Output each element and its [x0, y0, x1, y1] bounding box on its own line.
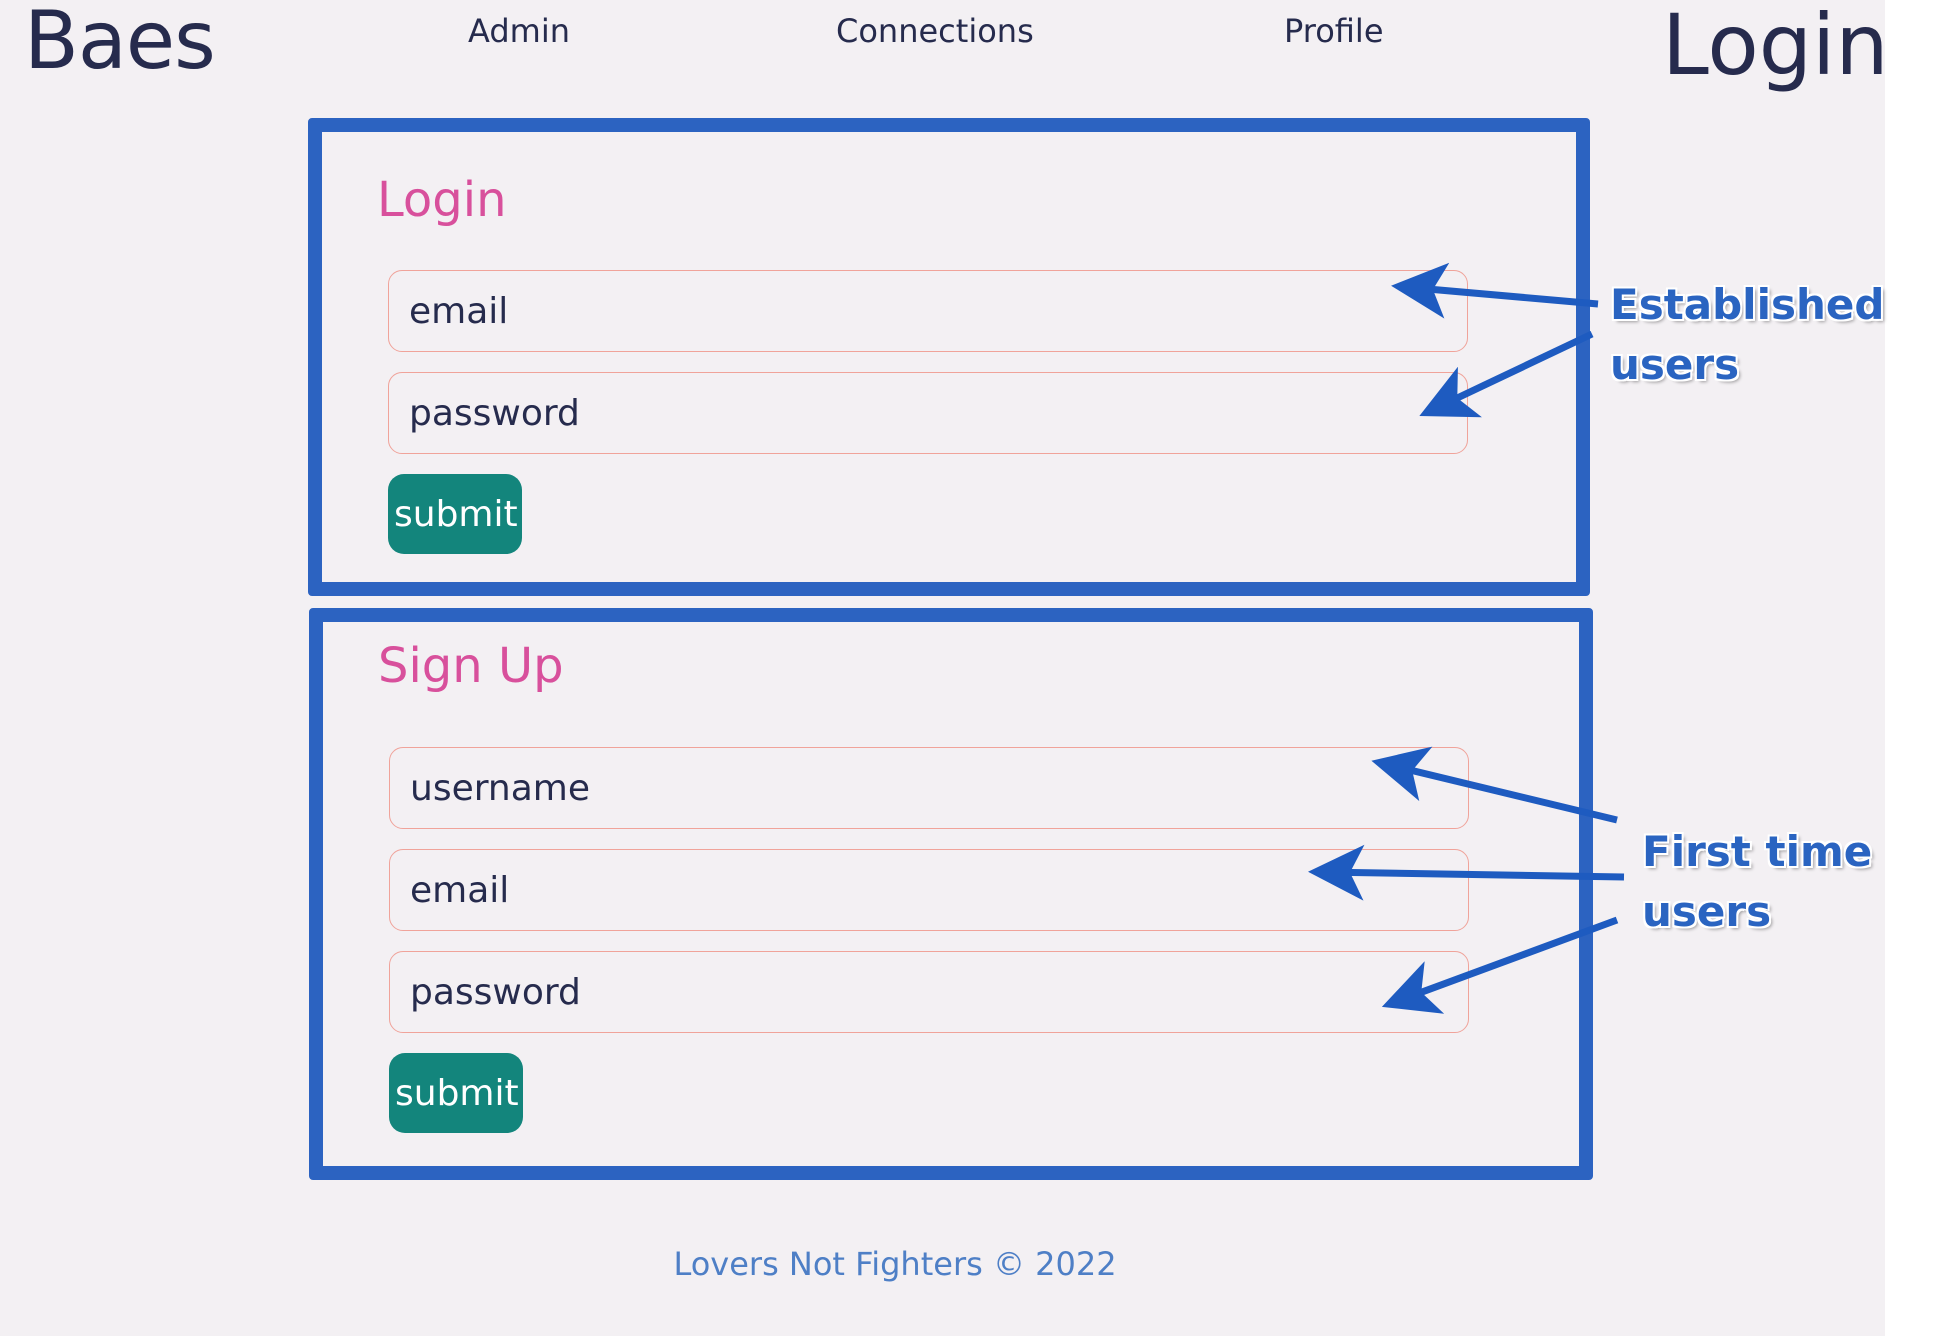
annotation-arrows: [1308, 262, 1625, 1014]
annotation-line: Established: [1610, 280, 1885, 329]
annotation-line: users: [1642, 887, 1772, 936]
annotation-line: First time: [1642, 827, 1873, 876]
annotation-line: users: [1610, 340, 1740, 389]
arrow-to-signup-username: [1371, 746, 1618, 824]
annotation-first-time-users: First time users: [1642, 822, 1872, 942]
arrow-to-signup-email: [1308, 844, 1625, 901]
arrow-to-signup-password: [1381, 916, 1619, 1014]
arrow-to-login-email: [1391, 262, 1599, 319]
arrow-to-login-password: [1419, 330, 1594, 418]
annotation-established-users: Established users: [1610, 275, 1884, 395]
